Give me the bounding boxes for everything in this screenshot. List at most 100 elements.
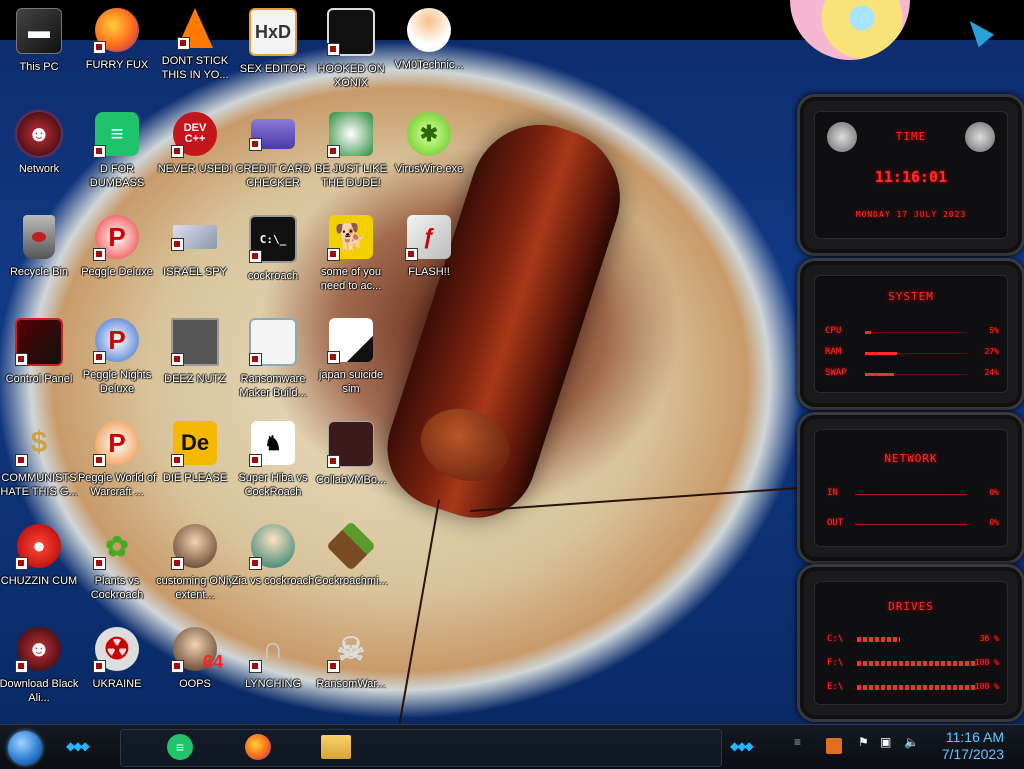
taskbar-chevron-decoration: ◆◆◆	[66, 739, 90, 753]
network-gadget[interactable]: NETWORK IN 0% OUT 0%	[797, 412, 1024, 564]
icon-label: Peggle Deluxe	[81, 266, 153, 278]
taskbar-file-explorer[interactable]	[318, 731, 354, 763]
taskbar-notes-app[interactable]: ≡	[162, 731, 198, 763]
desktop-icon-chuzzin[interactable]: ● CHUZZIN CUM	[0, 524, 78, 588]
desktop-icon-recycle-bin[interactable]: Recycle Bin	[0, 215, 78, 279]
desktop-icon-customing[interactable]: customing ONly extent...	[156, 524, 234, 602]
desktop-icon-control-panel[interactable]: Control Panel	[0, 318, 78, 386]
desktop-icon-oops[interactable]: 64 OOPS	[156, 627, 234, 691]
desktop-icon-download-black-alien[interactable]: ☻ Download Black Ali...	[0, 627, 78, 705]
taskbar-frame	[120, 729, 722, 767]
drive-e-bar	[857, 685, 977, 690]
desktop-icon-some-of-you[interactable]: 🐕 some of you need to ac...	[312, 215, 390, 293]
recycle-bin-icon	[23, 215, 55, 259]
desktop-icon-communists[interactable]: $ COMMUNISTS HATE THIS G...	[0, 421, 78, 499]
alien-logo-icon	[965, 122, 995, 152]
drive-c-value: 36 %	[979, 634, 999, 643]
desktop-icon-ransomware-maker[interactable]: Ransomware Maker Build...	[234, 318, 312, 400]
ram-label: RAM	[825, 347, 842, 357]
drive-c-label: C:\	[827, 634, 844, 644]
chuzzle-icon: ●	[15, 524, 61, 570]
icon-label: This PC	[19, 61, 59, 73]
dev-badge-sub: C++	[184, 133, 206, 145]
time-gadget-title: TIME	[895, 130, 927, 143]
icon-label: SEX EDITOR	[239, 63, 307, 75]
icon-label: Recycle Bin	[9, 266, 69, 278]
desktop-icon-collabvmbo[interactable]: CollabVMBo...	[312, 421, 390, 487]
lime-icon: ✱	[407, 112, 451, 156]
desktop-icon-cockroach[interactable]: C:\_ cockroach	[234, 215, 312, 283]
rope-icon: ∩	[249, 627, 295, 673]
desktop-icon-ransomwar[interactable]: ☠ RansomWar...	[312, 627, 390, 691]
desktop-icon-japan-suicide-sim[interactable]: japan suicide sim	[312, 318, 390, 396]
desktop-icon-plants-vs-cockroach[interactable]: ✿ Plants vs Cockroach	[78, 524, 156, 602]
desktop-icon-network[interactable]: ☻ Network	[0, 112, 78, 176]
peggle-nights-icon: P	[93, 318, 139, 364]
taskbar-firefox[interactable]	[240, 731, 276, 763]
desktop-icon-peggle-nights[interactable]: P Peggle Nights Deluxe	[78, 318, 156, 396]
desktop-icon-zia-vs-cockroach[interactable]: Zia vs cockroach	[232, 524, 314, 588]
desktop-icon-dont-stick[interactable]: DONT STICK THIS IN YO...	[156, 8, 234, 82]
desktop-icon-lynching[interactable]: ∩ LYNCHING	[234, 627, 312, 691]
desktop-icon-d-for-dumbass[interactable]: ≡ D FOR DUMBASS	[78, 112, 156, 190]
xonix-icon	[327, 8, 375, 56]
desktop-icon-credit-card-checker[interactable]: CREDIT CARD CHECKER	[234, 112, 312, 190]
drives-gadget[interactable]: DRIVES C:\ 36 % F:\ 100 % E:\ 100 %	[797, 564, 1024, 722]
flash-doc-icon: ƒ	[405, 215, 451, 261]
desktop-icon-deez-nutz[interactable]: DEEZ NUTZ	[156, 318, 234, 386]
alien-logo-icon	[827, 122, 857, 152]
santa-icon	[327, 112, 373, 158]
network-in-label: IN	[827, 488, 838, 498]
flag-icon[interactable]: ⚑	[858, 735, 869, 749]
swap-bar-fill	[865, 373, 894, 376]
desktop-icon-be-just-like-the-dude[interactable]: BE JUST LIKE THE DUDE!	[312, 112, 390, 190]
desktop-icon-ukraine[interactable]: ☢ UKRAINE	[78, 627, 156, 691]
money-bag-icon: $	[15, 421, 61, 467]
time-gadget[interactable]: TIME 11:16:01 MONDAY 17 JULY 2023	[797, 94, 1024, 256]
desktop-icon-sex-editor[interactable]: HxD SEX EDITOR	[234, 8, 312, 76]
icon-label: CHUZZIN CUM	[0, 575, 78, 587]
icon-label: some of you need to ac...	[320, 266, 382, 292]
desktop-icon-cockroachmi[interactable]: Cockroachmi...	[312, 521, 390, 588]
icon-label: FLASH!!	[408, 266, 450, 278]
network-in-value: 0%	[989, 488, 999, 497]
icon-label: Cockroachmi...	[314, 575, 388, 587]
icon-label: DIE PLEASE	[162, 472, 228, 484]
desktop-icon-peggle-deluxe[interactable]: P Peggle Deluxe	[78, 215, 156, 279]
icon-label: VirusWire.exe	[394, 163, 464, 175]
notes-app-icon: ≡	[93, 112, 139, 158]
desktop-icon-peggle-wow[interactable]: P Peggle World of Warcraft ...	[78, 421, 156, 499]
icon-label: UKRAINE	[92, 678, 142, 690]
wallpaper-antenna	[385, 499, 440, 724]
drive-e-value: 100 %	[974, 682, 999, 691]
control-panel-icon	[15, 318, 63, 366]
desktop-icon-vm0technic[interactable]: VM0Technic...	[390, 8, 468, 72]
icon-label: DEEZ NUTZ	[164, 373, 226, 385]
desktop-icon-viruswire[interactable]: ✱ VirusWire.exe	[390, 112, 468, 176]
desktop-icon-never-used[interactable]: DEV C++ NEVER USED!	[156, 112, 234, 176]
desktop-icon-israel-spy[interactable]: ISRAEL SPY	[156, 215, 234, 279]
icon-label: ISRAEL SPY	[163, 266, 227, 278]
minecraft-block-icon	[326, 521, 376, 571]
volume-icon[interactable]: 🔈	[904, 735, 919, 749]
oops-badge-number: 64	[202, 652, 223, 672]
desktop-icon-super-hiba[interactable]: ♞ Super Hiba vs CockRoach	[234, 421, 312, 499]
firefox-icon	[93, 8, 139, 54]
desktop-icon-furry-fux[interactable]: FURRY FUX	[78, 8, 156, 72]
desktop-icon-die-please[interactable]: De DIE PLEASE	[156, 421, 234, 485]
taskbar-clock[interactable]: 11:16 AM 7/17/2023	[942, 729, 1004, 763]
cpu-bar-track	[865, 332, 967, 333]
system-gadget[interactable]: SYSTEM CPU 5% RAM 27% SWAP 24%	[797, 258, 1024, 410]
desktop-icon-hooked-on-xonix[interactable]: HOOKED ON XONIX	[312, 8, 390, 90]
start-button[interactable]	[8, 731, 42, 765]
icon-label: FURRY FUX	[85, 59, 149, 71]
tray-app-icon[interactable]	[826, 738, 842, 754]
de-badge-text: De	[180, 430, 210, 455]
swap-label: SWAP	[825, 368, 847, 378]
de-logo-icon: De	[171, 421, 217, 467]
desktop-icon-flash[interactable]: ƒ FLASH!!	[390, 215, 468, 279]
desktop[interactable]: ▬ This PC ☻ Network Recycle Bin Control …	[0, 0, 1024, 724]
network-icon[interactable]: ▣	[880, 735, 891, 749]
collabvm-icon	[327, 421, 374, 468]
desktop-icon-this-pc[interactable]: ▬ This PC	[0, 8, 78, 74]
